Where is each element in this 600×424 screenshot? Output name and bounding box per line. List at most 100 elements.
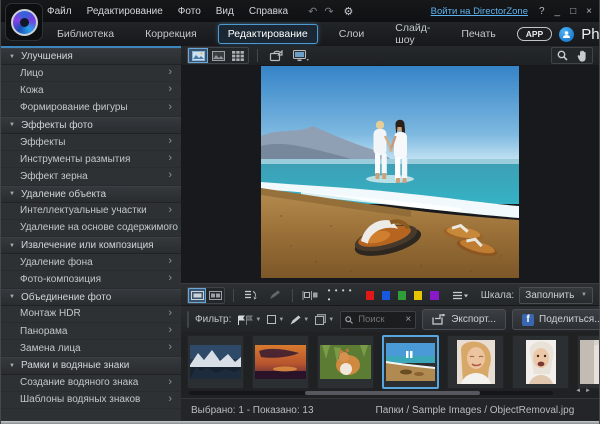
- brush-tool-icon[interactable]: [265, 288, 283, 303]
- menu-view[interactable]: Вид: [216, 6, 234, 17]
- color-filter-dropdown[interactable]: ▼: [267, 315, 284, 324]
- photodirector-window: Файл Редактирование Фото Вид Справка ↶ ↷…: [0, 0, 600, 424]
- scroll-left-icon[interactable]: ◄: [575, 388, 581, 394]
- thumbnail-woman-closeup[interactable]: [512, 335, 569, 389]
- tab-adjustment[interactable]: Коррекция: [135, 24, 207, 44]
- flag-filter-dropdown[interactable]: ▼: [237, 315, 261, 325]
- sidebar-section-extract-compose[interactable]: ▼Извлечение или композиция: [1, 237, 181, 254]
- minimize-button[interactable]: _: [555, 6, 561, 17]
- view-grid-button[interactable]: [228, 48, 248, 63]
- chevron-right-icon: ›: [168, 135, 172, 147]
- sidebar-item-hdr-merge[interactable]: Монтаж HDR›: [1, 306, 181, 323]
- display-mode-icon[interactable]: [291, 48, 311, 63]
- rating-dots-icon[interactable]: • • • • •: [328, 286, 357, 304]
- collapse-icon: ▼: [9, 363, 15, 369]
- main-area: • • • • • Шкала: Заполнить ▼: [181, 46, 599, 421]
- sidebar-section-object-removal[interactable]: ▼Удаление объекта: [1, 186, 181, 203]
- menu-help[interactable]: Справка: [249, 6, 288, 17]
- photo-beach-couple[interactable]: [261, 66, 519, 278]
- menu-file[interactable]: Файл: [47, 6, 72, 17]
- thumbnail-partial-photo[interactable]: [577, 335, 599, 389]
- sidebar-item-face-swap[interactable]: Замена лица›: [1, 340, 181, 357]
- thumbnail-sunset[interactable]: [252, 335, 309, 389]
- sidebar-item-watermark-creator[interactable]: Создание водяного знака›: [1, 375, 181, 392]
- filmstrip-scrollbar[interactable]: [189, 391, 553, 395]
- help-button[interactable]: ?: [539, 6, 545, 17]
- pan-hand-button[interactable]: [572, 48, 592, 63]
- chevron-right-icon: ›: [168, 255, 172, 267]
- app-title: PhotoDirector: [581, 26, 600, 43]
- collapse-icon: ▼: [9, 54, 15, 60]
- scroll-right-icon[interactable]: ►: [585, 388, 591, 394]
- sidebar-item-effects[interactable]: Эффекты›: [1, 134, 181, 151]
- sidebar-section-frames-watermarks[interactable]: ▼Рамки и водяные знаки: [1, 357, 181, 374]
- undo-icon[interactable]: ↶: [308, 5, 317, 18]
- color-flag-yellow[interactable]: [414, 291, 422, 300]
- sidebar-item-body-shaper[interactable]: Формирование фигуры›: [1, 100, 181, 117]
- tab-layers[interactable]: Слои: [329, 24, 375, 44]
- chevron-right-icon: ›: [168, 341, 172, 353]
- view-compare-button[interactable]: [208, 48, 228, 63]
- scrollbar-thumb[interactable]: [305, 391, 480, 395]
- color-flag-red[interactable]: [366, 291, 374, 300]
- rotate-photo-icon[interactable]: [266, 48, 286, 63]
- color-flag-green[interactable]: [398, 291, 406, 300]
- view-photo-button[interactable]: [188, 48, 208, 63]
- menu-edit[interactable]: Редактирование: [87, 6, 163, 17]
- zoom-tool-button[interactable]: [552, 48, 572, 63]
- sidebar-item-smart-patch[interactable]: Интеллектуальные участки›: [1, 203, 181, 220]
- maximize-button[interactable]: □: [570, 6, 576, 17]
- sidebar-item-background-removal[interactable]: Удаление фона›: [1, 254, 181, 271]
- search-box[interactable]: ×: [340, 311, 416, 329]
- close-button[interactable]: ×: [586, 6, 592, 17]
- rating-filter-dropdown[interactable]: ▼: [290, 315, 309, 325]
- color-flag-blue[interactable]: [382, 291, 390, 300]
- chevron-right-icon: ›: [168, 83, 172, 95]
- module-tabbar: Библиотека Коррекция Редактирование Слои…: [1, 22, 599, 46]
- sidebar-item-content-aware-removal[interactable]: Удаление на основе содержимого›: [1, 220, 181, 237]
- tab-edit[interactable]: Редактирование: [218, 24, 318, 44]
- filter-bar: Фильтр: ▼ ▼ ▼ ▼ ×: [181, 305, 599, 333]
- menu-photo[interactable]: Фото: [178, 6, 201, 17]
- share-button[interactable]: f Поделиться...: [512, 309, 600, 330]
- sidebar-section-photo-merge[interactable]: ▼Объединение фото: [1, 289, 181, 306]
- sidebar-item-watermark-templates[interactable]: Шаблоны водяных знаков›: [1, 392, 181, 409]
- tab-print[interactable]: Печать: [451, 24, 505, 44]
- collapse-icon: ▼: [9, 122, 15, 128]
- thumbnail-mountain-lake[interactable]: [187, 335, 244, 389]
- sort-order-icon[interactable]: [242, 288, 260, 303]
- sidebar-item-photo-composer[interactable]: Фото-композиция›: [1, 271, 181, 288]
- thumbnail-cat[interactable]: [317, 335, 374, 389]
- stack-filter-dropdown[interactable]: ▼: [315, 314, 334, 325]
- app-badge[interactable]: APP: [517, 27, 552, 41]
- sidebar-item-panorama[interactable]: Панорама›: [1, 323, 181, 340]
- photo-canvas[interactable]: [181, 65, 599, 283]
- settings-gear-icon[interactable]: ⚙: [344, 5, 354, 18]
- current-file-path: Папки / Sample Images / ObjectRemoval.jp…: [376, 405, 575, 416]
- view-options-icon[interactable]: [452, 288, 470, 303]
- split-view-button[interactable]: [206, 288, 224, 303]
- scale-dropdown[interactable]: Заполнить ▼: [519, 287, 593, 304]
- search-input[interactable]: [356, 313, 402, 326]
- selection-count: Выбрано: 1 - Показано: 13: [191, 405, 314, 416]
- color-flag-purple[interactable]: [430, 291, 438, 300]
- filter-label: Фильтр:: [195, 314, 231, 325]
- thumbnail-beach-couple-selected[interactable]: [382, 335, 439, 389]
- tab-library[interactable]: Библиотека: [47, 24, 124, 44]
- redo-icon[interactable]: ↷: [324, 5, 333, 18]
- sidebar-section-enhancements[interactable]: ▼Улучшения: [1, 48, 181, 65]
- thumbnail-woman-portrait[interactable]: [447, 335, 504, 389]
- notification-icon[interactable]: [559, 27, 574, 42]
- aperture-icon: [11, 9, 38, 36]
- sidebar-item-face[interactable]: Лицо›: [1, 65, 181, 82]
- sidebar-section-photo-effects[interactable]: ▼Эффекты фото: [1, 117, 181, 134]
- sidebar-item-skin[interactable]: Кожа›: [1, 82, 181, 99]
- export-button[interactable]: Экспорт...: [422, 309, 506, 330]
- clear-search-icon[interactable]: ×: [405, 314, 411, 325]
- label-tags-icon[interactable]: [301, 288, 319, 303]
- sidebar-item-blur-tools[interactable]: Инструменты размытия›: [1, 151, 181, 168]
- filmstrip-view-button[interactable]: [188, 312, 189, 327]
- directorzone-login-link[interactable]: Войти на DirectorZone: [431, 6, 528, 17]
- sidebar-item-grain-effect[interactable]: Эффект зерна›: [1, 168, 181, 185]
- single-view-button[interactable]: [188, 288, 206, 303]
